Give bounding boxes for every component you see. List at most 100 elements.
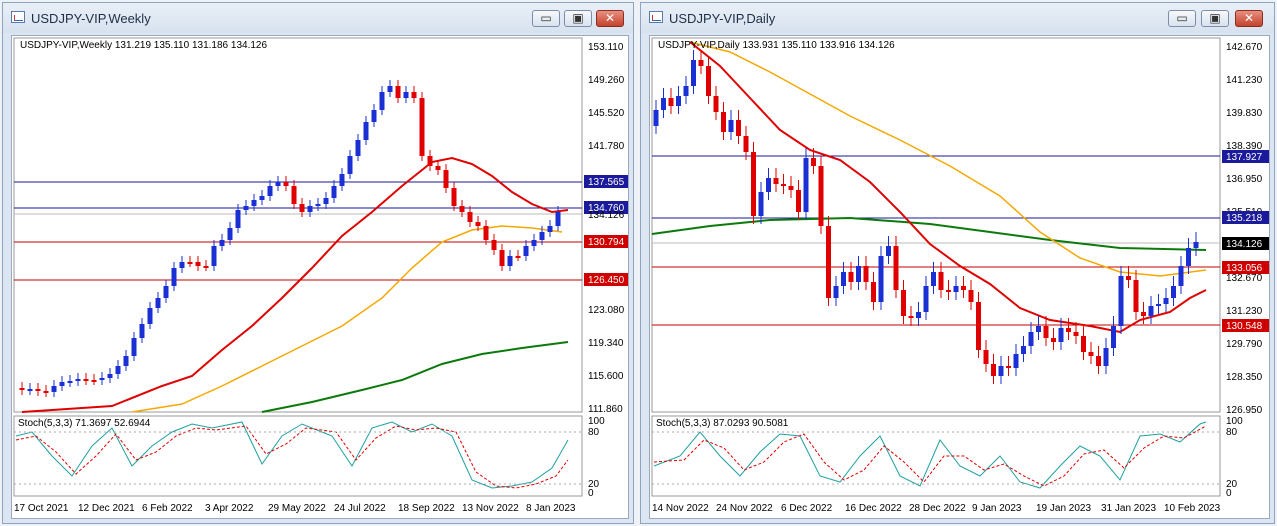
candle-body [115,366,121,374]
candle-body [123,356,129,366]
candle-body [1096,356,1101,366]
price-label: 145.520 [588,108,625,119]
candle-body [1148,306,1154,316]
candle-body [27,389,33,391]
candle-body [395,86,401,98]
candle-body [668,98,674,106]
candle-body [403,92,409,98]
candle-body [75,379,81,381]
price-label: 135.218 [1226,213,1263,224]
candle-body [139,324,145,338]
candle-body [983,350,989,364]
candle-body [19,388,25,390]
candle-body [736,120,741,136]
candle-body [976,302,981,350]
candle-body [721,112,726,132]
candle-body [419,98,425,156]
candle-body [968,290,974,302]
restore-button[interactable]: ▣ [1201,10,1229,27]
candle-body [283,182,289,186]
candle-body [171,268,177,286]
price-label: 111.860 [588,404,623,415]
candle-body [706,66,711,96]
restore-button[interactable]: ▣ [564,10,592,27]
candle-body [179,262,185,268]
time-label: 18 Sep 2022 [398,503,455,514]
candle-body [363,122,369,140]
candle-body [235,210,241,228]
candle-body [459,206,465,212]
candle-body [83,379,89,381]
candle-body [227,228,233,240]
price-pane[interactable] [13,37,583,413]
candle-body [35,389,41,391]
time-label: 16 Dec 2022 [845,503,902,514]
candle-body [1141,312,1146,316]
candle-body [203,266,209,268]
candle-body [339,174,345,186]
candle-body [961,286,966,290]
candle-body [499,250,505,266]
stoch-level-label: 80 [1226,427,1238,438]
candle-body [251,200,257,206]
minimize-button[interactable]: ▭ [532,10,560,27]
candle-body [163,286,169,298]
price-label: 141.230 [1226,75,1263,86]
daily-chart-window[interactable]: USDJPY-VIP,Daily ▭ ▣ ✕ 142.670 141.230 1… [640,2,1275,524]
chart-area[interactable]: 142.670 141.230 139.830 138.390 137.927 … [649,35,1270,519]
candle-body [938,272,944,290]
candle-body [773,178,779,184]
candle-body [515,256,521,258]
price-label: 131.230 [1226,306,1263,317]
candle-body [818,166,824,226]
candle-body [743,136,749,152]
candle-body [331,186,337,198]
candle-body [99,378,105,380]
candle-body [1103,348,1109,366]
time-label: 24 Nov 2022 [716,503,773,514]
price-label: 132.670 [1226,273,1263,284]
candle-body [475,222,481,226]
weekly-chart-window[interactable]: USDJPY-VIP,Weekly ▭ ▣ ✕ 153.110 149.260 … [2,2,634,524]
time-label: 9 Jan 2023 [972,503,1022,514]
close-button[interactable]: ✕ [1235,10,1263,27]
candle-body [435,166,441,170]
candle-body [59,382,65,386]
candle-body [219,240,225,246]
candle-body [878,256,884,302]
price-label: 142.670 [1226,42,1263,53]
candle-body [676,96,681,106]
candle-body [1186,248,1191,266]
daily-chart-svg[interactable]: 142.670 141.230 139.830 138.390 137.927 … [650,36,1269,518]
candle-body [683,86,689,96]
chart-info-label: USDJPY-VIP,Weekly 131.219 135.110 131.18… [20,40,267,51]
chart-window-icon [11,11,25,23]
candle-body [483,226,489,240]
candle-body [323,198,329,204]
candle-body [51,386,57,392]
candle-body [803,158,809,212]
candle-body [871,282,876,302]
chart-area[interactable]: 153.110 149.260 145.520 141.780 137.565 … [11,35,629,519]
close-button[interactable]: ✕ [596,10,624,27]
title-bar[interactable]: USDJPY-VIP,Weekly ▭ ▣ ✕ [3,3,633,33]
candle-body [299,204,305,212]
candle-body [243,206,249,210]
candle-body [998,366,1004,376]
candle-body [411,92,417,98]
candle-body [848,272,854,282]
candle-body [1028,332,1034,346]
minimize-button[interactable]: ▭ [1168,10,1196,27]
stoch-label: Stoch(5,3,3) 71.3697 52.6944 [18,418,151,429]
candle-body [1118,276,1124,326]
candle-body [275,182,281,186]
candle-body [155,298,161,308]
time-label: 3 Apr 2022 [205,503,254,514]
candle-body [307,206,313,212]
price-label: 139.830 [1226,108,1263,119]
weekly-chart-svg[interactable]: 153.110 149.260 145.520 141.780 137.565 … [12,36,628,518]
candle-body [1021,346,1026,354]
candle-body [698,60,704,66]
title-bar[interactable]: USDJPY-VIP,Daily ▭ ▣ ✕ [641,3,1274,33]
candle-body [713,96,719,112]
